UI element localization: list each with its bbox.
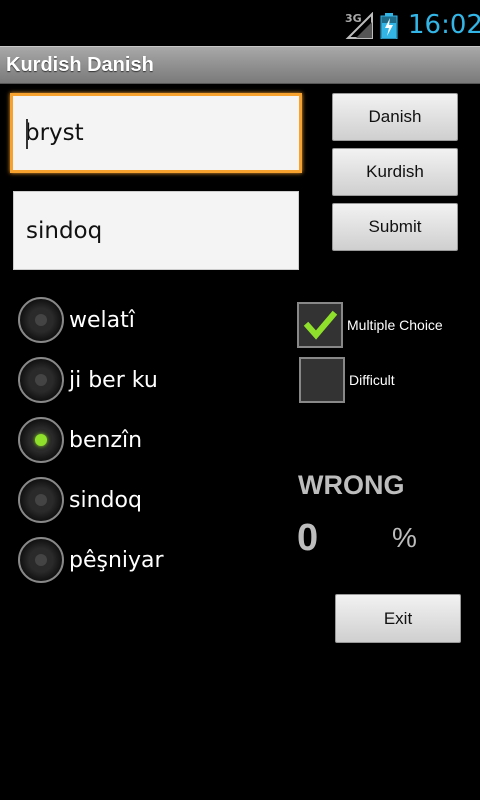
radio-button-icon [18, 357, 64, 403]
radio-button-icon [18, 477, 64, 523]
radio-button-selected-icon [18, 417, 64, 463]
status-bar: 3G 16:02 [0, 0, 480, 50]
answer-input-container [13, 191, 299, 270]
radio-button-icon [18, 537, 64, 583]
result-status: WRONG [298, 470, 405, 500]
choice-radio-5[interactable]: pêşniyar [18, 537, 208, 583]
checkbox-unchecked-icon [299, 357, 345, 403]
multiple-choice-label: Multiple Choice [347, 317, 443, 333]
choice-label: benzîn [69, 427, 143, 453]
check-mark-icon [303, 310, 338, 340]
choice-radio-3[interactable]: benzîn [18, 417, 208, 463]
signal-icon [345, 12, 373, 39]
checkbox-checked-icon [297, 302, 343, 348]
score-unit: % [392, 522, 417, 553]
choice-label: sindoq [69, 487, 142, 513]
word-input[interactable] [13, 96, 299, 170]
choice-label: ji ber ku [69, 367, 158, 393]
exit-button[interactable]: Exit [335, 594, 461, 643]
choice-radio-2[interactable]: ji ber ku [18, 357, 208, 403]
difficult-label: Difficult [349, 372, 395, 388]
battery-charging-icon [380, 13, 398, 39]
choice-radio-1[interactable]: welatî [18, 297, 208, 343]
choice-label: welatî [69, 307, 135, 333]
word-input-container [10, 93, 302, 173]
kurdish-button[interactable]: Kurdish [332, 148, 458, 196]
radio-button-icon [18, 297, 64, 343]
clock: 16:02 [408, 10, 480, 40]
submit-button[interactable]: Submit [332, 203, 458, 251]
choice-radio-4[interactable]: sindoq [18, 477, 208, 523]
difficult-checkbox[interactable]: Difficult [299, 357, 395, 403]
app-title: Kurdish Danish [6, 54, 154, 76]
text-caret [26, 119, 28, 149]
score-value: 0 [297, 517, 319, 559]
danish-button[interactable]: Danish [332, 93, 458, 141]
choice-label: pêşniyar [69, 547, 164, 573]
multiple-choice-checkbox[interactable]: Multiple Choice [297, 302, 443, 348]
app-title-bar: Kurdish Danish [0, 46, 480, 84]
answer-input[interactable] [14, 192, 298, 269]
